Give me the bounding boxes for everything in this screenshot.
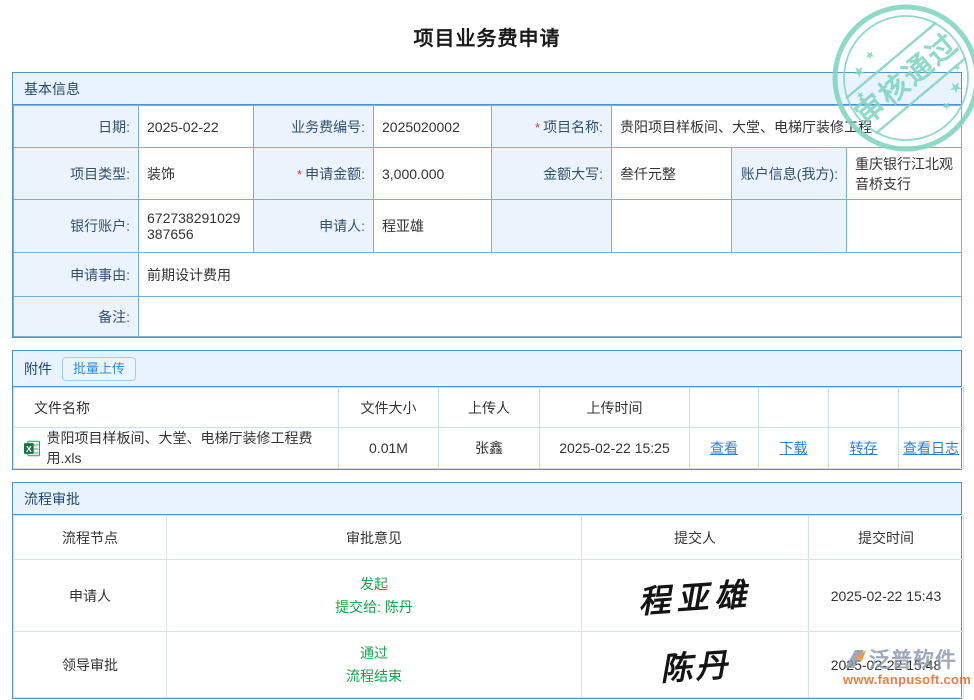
approval-title: 流程审批 xyxy=(24,483,80,515)
attachments-table: 文件名称 文件大小 上传人 上传时间 X xyxy=(13,387,964,469)
table-row: 银行账户: 672738291029387656 申请人: 程亚雄 xyxy=(14,200,962,253)
table-row: 申请事由: 前期设计费用 xyxy=(14,253,962,297)
applicant-label: 申请人: xyxy=(254,200,374,253)
amount-value: 3,000.000 xyxy=(374,148,492,200)
project-name-label: *项目名称: xyxy=(492,106,612,148)
bank-account-value: 672738291029387656 xyxy=(139,200,254,253)
amount-words-value: 叁仟元整 xyxy=(612,148,732,200)
action-cell: 转存 xyxy=(829,428,899,469)
approval-row: 领导审批 通过 流程结束 陈丹 2025-02-22 15:48 xyxy=(14,632,964,698)
file-size: 0.01M xyxy=(339,428,439,469)
col-submit-time: 提交时间 xyxy=(809,516,964,560)
col-uploader: 上传人 xyxy=(439,388,540,428)
required-mark: * xyxy=(297,167,302,182)
approval-header-row: 流程节点 审批意见 提交人 提交时间 xyxy=(14,516,964,560)
svg-text:X: X xyxy=(26,443,32,453)
approval-table: 流程节点 审批意见 提交人 提交时间 申请人 发起 提交给: 陈丹 程亚雄 20… xyxy=(13,515,964,698)
file-uploader: 张鑫 xyxy=(439,428,540,469)
action-cell: 查看 xyxy=(690,428,759,469)
project-name-value: 贵阳项目样板间、大堂、电梯厅装修工程 xyxy=(612,106,962,148)
view-link[interactable]: 查看 xyxy=(710,440,738,456)
approval-header: 流程审批 xyxy=(13,483,961,515)
opinion-cell: 发起 提交给: 陈丹 xyxy=(167,560,582,632)
empty-value-cell xyxy=(847,200,962,253)
basic-info-title: 基本信息 xyxy=(24,73,80,105)
col-file-size: 文件大小 xyxy=(339,388,439,428)
applicant-value: 程亚雄 xyxy=(374,200,492,253)
page-title: 项目业务费申请 xyxy=(0,22,974,51)
attachments-section: 附件 批量上传 文件名称 文件大小 上传人 上传时间 xyxy=(12,350,962,470)
signature-cell: 陈丹 xyxy=(582,632,809,698)
opinion-action[interactable]: 通过 xyxy=(179,642,569,665)
attachments-header-row: 文件名称 文件大小 上传人 上传时间 xyxy=(14,388,964,428)
signature: 陈丹 xyxy=(658,639,731,690)
col-file-name: 文件名称 xyxy=(14,388,339,428)
remark-label: 备注: xyxy=(14,297,139,337)
file-name[interactable]: 贵阳项目样板间、大堂、电梯厅装修工程费用.xls xyxy=(46,428,338,468)
basic-info-table: 日期: 2025-02-22 业务费编号: 2025020002 *项目名称: … xyxy=(13,105,962,337)
amount-label: *申请金额: xyxy=(254,148,374,200)
action-cell: 下载 xyxy=(759,428,829,469)
submit-time: 2025-02-22 15:48 xyxy=(809,632,964,698)
col-action xyxy=(759,388,829,428)
opinion-action[interactable]: 发起 xyxy=(179,573,569,596)
empty-label-cell xyxy=(732,200,847,253)
col-action xyxy=(829,388,899,428)
col-submitter: 提交人 xyxy=(582,516,809,560)
flow-node: 领导审批 xyxy=(14,632,167,698)
remark-value xyxy=(139,297,962,337)
required-mark: * xyxy=(535,120,540,135)
approval-row: 申请人 发起 提交给: 陈丹 程亚雄 2025-02-22 15:43 xyxy=(14,560,964,632)
col-flow-node: 流程节点 xyxy=(14,516,167,560)
project-type-label: 项目类型: xyxy=(14,148,139,200)
amount-words-label: 金额大写: xyxy=(492,148,612,200)
account-info-label: 账户信息(我方): xyxy=(732,148,847,200)
project-type-value: 装饰 xyxy=(139,148,254,200)
download-link[interactable]: 下载 xyxy=(780,440,808,456)
attachments-header: 附件 批量上传 xyxy=(13,351,961,387)
batch-upload-button[interactable]: 批量上传 xyxy=(62,357,136,381)
fee-no-value: 2025020002 xyxy=(374,106,492,148)
table-row: 项目类型: 装饰 *申请金额: 3,000.000 金额大写: 叁仟元整 账户信… xyxy=(14,148,962,200)
file-name-cell: X 贵阳项目样板间、大堂、电梯厅装修工程费用.xls xyxy=(14,428,339,469)
signature: 程亚雄 xyxy=(637,569,754,623)
date-value: 2025-02-22 xyxy=(139,106,254,148)
signature-cell: 程亚雄 xyxy=(582,560,809,632)
action-cell: 查看日志 xyxy=(899,428,964,469)
submit-time: 2025-02-22 15:43 xyxy=(809,560,964,632)
col-upload-time: 上传时间 xyxy=(540,388,690,428)
col-opinion: 审批意见 xyxy=(167,516,582,560)
col-action xyxy=(690,388,759,428)
excel-file-icon: X xyxy=(24,440,40,457)
account-info-value: 重庆银行江北观音桥支行 xyxy=(847,148,962,200)
reason-label: 申请事由: xyxy=(14,253,139,297)
attachment-row: X 贵阳项目样板间、大堂、电梯厅装修工程费用.xls 0.01M 张鑫 2025… xyxy=(14,428,964,469)
opinion-cell: 通过 流程结束 xyxy=(167,632,582,698)
opinion-detail: 提交给: 陈丹 xyxy=(179,596,569,619)
reason-value: 前期设计费用 xyxy=(139,253,962,297)
table-row: 日期: 2025-02-22 业务费编号: 2025020002 *项目名称: … xyxy=(14,106,962,148)
table-row: 备注: xyxy=(14,297,962,337)
transfer-link[interactable]: 转存 xyxy=(850,440,878,456)
file-upload-time: 2025-02-22 15:25 xyxy=(540,428,690,469)
col-action xyxy=(899,388,964,428)
basic-info-header: 基本信息 xyxy=(13,73,961,105)
empty-value-cell xyxy=(612,200,732,253)
view-log-link[interactable]: 查看日志 xyxy=(903,440,959,456)
fee-no-label: 业务费编号: xyxy=(254,106,374,148)
approval-section: 流程审批 流程节点 审批意见 提交人 提交时间 申请人 发起 提交给: 陈丹 程… xyxy=(12,482,962,699)
date-label: 日期: xyxy=(14,106,139,148)
empty-label-cell xyxy=(492,200,612,253)
basic-info-section: 基本信息 日期: 2025-02-22 业务费编号: 2025020002 *项… xyxy=(12,72,962,338)
attachments-title: 附件 xyxy=(24,353,52,385)
opinion-detail: 流程结束 xyxy=(179,665,569,688)
bank-account-label: 银行账户: xyxy=(14,200,139,253)
flow-node: 申请人 xyxy=(14,560,167,632)
